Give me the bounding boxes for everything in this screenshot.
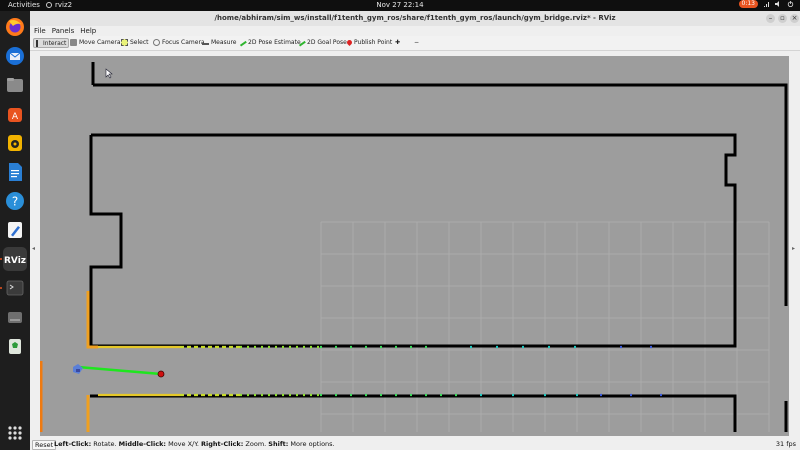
select-label: Select bbox=[130, 39, 149, 46]
right-panel-toggle[interactable]: ▸ bbox=[792, 245, 796, 252]
move-camera-tool[interactable]: Move Camera bbox=[68, 38, 123, 48]
shift-text: More options. bbox=[288, 440, 335, 448]
remove-tool-button[interactable]: − bbox=[412, 38, 421, 48]
thunderbird-icon[interactable] bbox=[3, 44, 27, 68]
green-arrow-icon bbox=[238, 38, 247, 47]
writer-icon[interactable] bbox=[3, 160, 27, 184]
help-icon[interactable]: ? bbox=[3, 189, 27, 213]
goal-pose-label: 2D Goal Pose bbox=[307, 39, 347, 46]
publish-point-tool[interactable]: Publish Point bbox=[345, 38, 394, 48]
crosshair-icon bbox=[153, 39, 160, 46]
rviz-window: /home/abhiram/sim_ws/install/f1tenth_gym… bbox=[30, 11, 800, 450]
menu-help[interactable]: Help bbox=[80, 27, 96, 35]
text-editor-icon[interactable] bbox=[3, 218, 27, 242]
window-titlebar[interactable]: /home/abhiram/sim_ws/install/f1tenth_gym… bbox=[30, 11, 800, 26]
map-pin-icon bbox=[345, 38, 354, 47]
terminal-icon[interactable] bbox=[3, 276, 27, 300]
right-click-key: Right-Click: bbox=[201, 440, 244, 448]
fps-counter: 31 fps bbox=[775, 440, 796, 448]
map-view[interactable] bbox=[40, 56, 789, 436]
system-top-bar: Activities rviz2 Nov 27 22:14 0:13 bbox=[0, 0, 800, 11]
window-title: /home/abhiram/sim_ws/install/f1tenth_gym… bbox=[214, 14, 616, 22]
system-tray[interactable]: 0:13 bbox=[738, 0, 794, 8]
left-panel-toggle[interactable]: ◂ bbox=[32, 245, 36, 252]
ubuntu-dock: A ? RViz bbox=[0, 11, 30, 450]
left-click-text: Rotate. bbox=[91, 440, 119, 448]
network-icon bbox=[764, 2, 769, 7]
measure-label: Measure bbox=[211, 39, 237, 46]
focus-camera-label: Focus Camera bbox=[162, 39, 205, 46]
timer-badge[interactable]: 0:13 bbox=[738, 0, 758, 8]
publish-point-label: Publish Point bbox=[354, 39, 393, 46]
close-button[interactable]: × bbox=[790, 14, 799, 23]
minimize-button[interactable]: – bbox=[766, 14, 775, 23]
svg-text:?: ? bbox=[12, 195, 18, 209]
reset-button[interactable]: Reset bbox=[32, 440, 57, 450]
pose-estimate-label: 2D Pose Estimate bbox=[248, 39, 301, 46]
svg-text:RViz: RViz bbox=[4, 256, 26, 266]
shift-key: Shift: bbox=[268, 440, 289, 448]
left-click-key: Left-Click: bbox=[54, 440, 92, 448]
select-tool[interactable]: Select bbox=[119, 38, 151, 48]
files-icon[interactable] bbox=[3, 73, 27, 97]
running-indicator bbox=[0, 287, 2, 289]
volume-icon bbox=[775, 1, 779, 7]
right-click-text: Zoom. bbox=[243, 440, 269, 448]
interact-tool[interactable]: Interact bbox=[33, 38, 70, 48]
goal-pose-tool[interactable]: 2D Goal Pose bbox=[296, 38, 349, 48]
menu-panels[interactable]: Panels bbox=[52, 27, 75, 35]
maximize-button[interactable]: ▫ bbox=[778, 14, 787, 23]
menu-bar: File Panels Help bbox=[30, 26, 800, 36]
tool-bar: Interact Move Camera Select Focus Camera… bbox=[30, 36, 800, 51]
render-viewport[interactable] bbox=[40, 56, 789, 436]
firefox-icon[interactable] bbox=[3, 15, 27, 39]
interact-label: Interact bbox=[43, 40, 67, 47]
power-icon bbox=[787, 1, 794, 7]
trash-icon[interactable] bbox=[3, 334, 27, 358]
middle-click-text: Move X/Y. bbox=[166, 440, 202, 448]
pose-estimate-tool[interactable]: 2D Pose Estimate bbox=[237, 38, 303, 48]
ruler-icon bbox=[202, 40, 209, 45]
move-camera-label: Move Camera bbox=[79, 39, 121, 46]
status-bar: Reset Left-Click: Rotate. Middle-Click: … bbox=[30, 439, 800, 450]
goal-point bbox=[157, 370, 165, 378]
clock[interactable]: Nov 27 22:14 bbox=[0, 0, 800, 11]
app-grid-icon[interactable] bbox=[3, 421, 27, 445]
camera-icon bbox=[70, 39, 77, 46]
focus-camera-tool[interactable]: Focus Camera bbox=[151, 38, 207, 48]
running-indicator bbox=[0, 258, 2, 260]
svg-text:A: A bbox=[12, 112, 19, 122]
rhythmbox-icon[interactable] bbox=[3, 131, 27, 155]
select-box-icon bbox=[121, 39, 128, 46]
software-icon[interactable]: A bbox=[3, 102, 27, 126]
rviz-icon[interactable]: RViz bbox=[3, 247, 27, 271]
middle-click-key: Middle-Click: bbox=[118, 440, 167, 448]
add-tool-button[interactable]: ✚ bbox=[393, 38, 402, 48]
cursor-icon bbox=[36, 40, 41, 47]
drive-icon[interactable] bbox=[3, 305, 27, 329]
menu-file[interactable]: File bbox=[34, 27, 46, 35]
mouse-hint: Left-Click: Rotate. Middle-Click: Move X… bbox=[54, 439, 335, 450]
green-arrow-icon bbox=[297, 38, 306, 47]
measure-tool[interactable]: Measure bbox=[200, 38, 239, 48]
